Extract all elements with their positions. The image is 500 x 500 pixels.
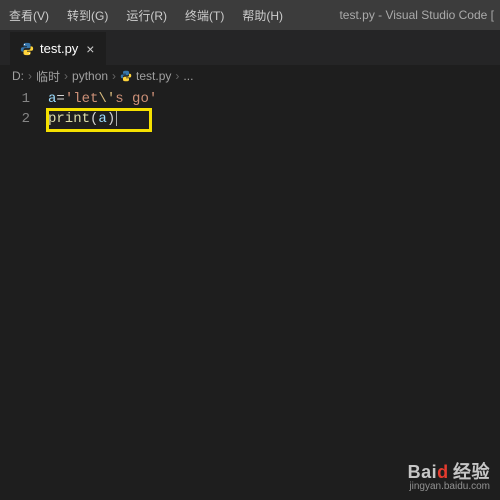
breadcrumb[interactable]: D: › 临时 › python › test.py › ...	[0, 65, 500, 87]
chevron-right-icon: ›	[28, 69, 32, 83]
tab-bar: test.py ×	[0, 30, 500, 65]
token-paren: )	[107, 111, 115, 127]
token-operator: =	[56, 91, 64, 107]
watermark: Baid 经验 jingyan.baidu.com	[408, 465, 490, 494]
token-variable: a	[98, 111, 106, 127]
breadcrumb-subfolder[interactable]: python	[72, 69, 108, 83]
token-function: print	[48, 111, 90, 127]
code-line[interactable]: 1 a='let\'s go'	[0, 89, 500, 109]
tab-close-button[interactable]: ×	[84, 41, 96, 57]
tab-label: test.py	[40, 41, 78, 56]
line-number: 1	[0, 89, 48, 109]
watermark-logo: Baid 经验	[408, 465, 490, 480]
breadcrumb-more[interactable]: ...	[183, 69, 193, 83]
text-cursor	[116, 110, 117, 126]
breadcrumb-folder[interactable]: 临时	[36, 68, 60, 85]
breadcrumb-file[interactable]: test.py	[136, 69, 171, 83]
watermark-url: jingyan.baidu.com	[408, 480, 490, 494]
chevron-right-icon: ›	[64, 69, 68, 83]
menu-help[interactable]: 帮助(H)	[233, 7, 292, 24]
token-escape: \'	[98, 91, 115, 107]
python-file-icon	[120, 70, 132, 82]
menu-terminal[interactable]: 终端(T)	[176, 7, 233, 24]
code-editor[interactable]: 1 a='let\'s go' 2 print(a)	[0, 87, 500, 129]
token-string: s go	[115, 91, 149, 107]
chevron-right-icon: ›	[175, 69, 179, 83]
tab-test-py[interactable]: test.py ×	[10, 32, 107, 65]
menubar: 查看(V) 转到(G) 运行(R) 终端(T) 帮助(H) test.py - …	[0, 0, 500, 30]
line-number: 2	[0, 109, 48, 129]
python-file-icon	[20, 42, 34, 56]
code-line[interactable]: 2 print(a)	[0, 109, 500, 129]
token-string: let	[73, 91, 98, 107]
breadcrumb-drive[interactable]: D:	[12, 69, 24, 83]
token-string: '	[65, 91, 73, 107]
token-string: '	[149, 91, 157, 107]
chevron-right-icon: ›	[112, 69, 116, 83]
menu-view[interactable]: 查看(V)	[0, 7, 58, 24]
menu-goto[interactable]: 转到(G)	[58, 7, 117, 24]
window-title: test.py - Visual Studio Code [	[339, 8, 500, 22]
menu-run[interactable]: 运行(R)	[117, 7, 176, 24]
